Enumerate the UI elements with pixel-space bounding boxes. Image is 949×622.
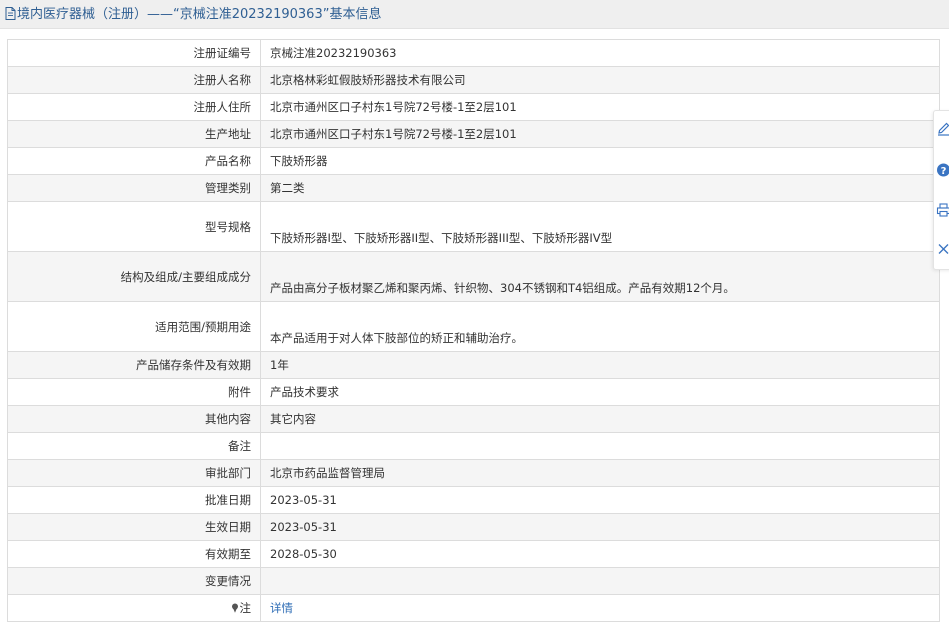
field-value: 北京市药品监督管理局 bbox=[261, 460, 940, 487]
page-header: 境内医疗器械（注册）——“京械注准20232190363”基本信息 bbox=[0, 0, 949, 29]
field-label: 注册人住所 bbox=[8, 94, 261, 121]
help-icon[interactable]: ? bbox=[936, 162, 949, 178]
field-value: 2023-05-31 bbox=[261, 514, 940, 541]
field-value: 北京市通州区口子村东1号院72号楼-1至2层101 bbox=[261, 121, 940, 148]
field-label: 注册人名称 bbox=[8, 67, 261, 94]
table-row: 注册证编号 京械注准20232190363 bbox=[8, 40, 940, 67]
field-value: 下肢矫形器 bbox=[261, 148, 940, 175]
field-value: 北京格林彩虹假肢矫形器技术有限公司 bbox=[261, 67, 940, 94]
field-label: 有效期至 bbox=[8, 541, 261, 568]
field-value: 产品技术要求 bbox=[261, 379, 940, 406]
document-icon bbox=[5, 7, 16, 20]
table-row: 有效期至 2028-05-30 bbox=[8, 541, 940, 568]
field-value: 2028-05-30 bbox=[261, 541, 940, 568]
field-value: 1年 bbox=[261, 352, 940, 379]
table-row: 型号规格 下肢矫形器I型、下肢矫形器II型、下肢矫形器III型、下肢矫形器IV型 bbox=[8, 202, 940, 252]
field-label: 生产地址 bbox=[8, 121, 261, 148]
field-label: 产品储存条件及有效期 bbox=[8, 352, 261, 379]
field-value: 北京市通州区口子村东1号院72号楼-1至2层101 bbox=[261, 94, 940, 121]
field-label: 产品名称 bbox=[8, 148, 261, 175]
field-value: 第二类 bbox=[261, 175, 940, 202]
field-label: 适用范围/预期用途 bbox=[8, 302, 261, 352]
table-row: 备注 bbox=[8, 433, 940, 460]
field-label: 型号规格 bbox=[8, 202, 261, 252]
field-label: 批准日期 bbox=[8, 487, 261, 514]
field-label: 结构及组成/主要组成成分 bbox=[8, 252, 261, 302]
table-row: 适用范围/预期用途 本产品适用于对人体下肢部位的矫正和辅助治疗。 bbox=[8, 302, 940, 352]
table-row: 注 详情 bbox=[8, 595, 940, 622]
table-row: 附件 产品技术要求 bbox=[8, 379, 940, 406]
field-value bbox=[261, 433, 940, 460]
field-label: 生效日期 bbox=[8, 514, 261, 541]
edit-icon[interactable] bbox=[936, 121, 949, 137]
side-toolbar: ? bbox=[933, 110, 949, 270]
note-label-text: 注 bbox=[240, 601, 252, 615]
note-label: 注 bbox=[8, 595, 261, 622]
field-label: 审批部门 bbox=[8, 460, 261, 487]
field-label: 其他内容 bbox=[8, 406, 261, 433]
note-value: 详情 bbox=[261, 595, 940, 622]
table-row: 审批部门 北京市药品监督管理局 bbox=[8, 460, 940, 487]
page-title: 境内医疗器械（注册）——“京械注准20232190363”基本信息 bbox=[17, 7, 381, 22]
field-label: 变更情况 bbox=[8, 568, 261, 595]
field-value bbox=[261, 568, 940, 595]
details-link[interactable]: 详情 bbox=[270, 601, 293, 615]
field-value: 本产品适用于对人体下肢部位的矫正和辅助治疗。 bbox=[261, 302, 940, 352]
table-row: 结构及组成/主要组成成分 产品由高分子板材聚乙烯和聚丙烯、针织物、304不锈钢和… bbox=[8, 252, 940, 302]
close-icon[interactable] bbox=[936, 241, 949, 257]
table-row: 批准日期 2023-05-31 bbox=[8, 487, 940, 514]
field-label: 管理类别 bbox=[8, 175, 261, 202]
info-table: 注册证编号 京械注准20232190363 注册人名称 北京格林彩虹假肢矫形器技… bbox=[7, 39, 940, 622]
table-row: 产品储存条件及有效期 1年 bbox=[8, 352, 940, 379]
field-value: 京械注准20232190363 bbox=[261, 40, 940, 67]
field-label: 备注 bbox=[8, 433, 261, 460]
pin-icon bbox=[231, 603, 239, 613]
table-row: 产品名称 下肢矫形器 bbox=[8, 148, 940, 175]
table-row: 管理类别 第二类 bbox=[8, 175, 940, 202]
field-value: 2023-05-31 bbox=[261, 487, 940, 514]
field-value: 其它内容 bbox=[261, 406, 940, 433]
table-row: 注册人名称 北京格林彩虹假肢矫形器技术有限公司 bbox=[8, 67, 940, 94]
field-label: 附件 bbox=[8, 379, 261, 406]
svg-text:?: ? bbox=[941, 166, 947, 177]
field-label: 注册证编号 bbox=[8, 40, 261, 67]
table-row: 生产地址 北京市通州区口子村东1号院72号楼-1至2层101 bbox=[8, 121, 940, 148]
field-value: 下肢矫形器I型、下肢矫形器II型、下肢矫形器III型、下肢矫形器IV型 bbox=[261, 202, 940, 252]
table-row: 其他内容 其它内容 bbox=[8, 406, 940, 433]
table-row: 变更情况 bbox=[8, 568, 940, 595]
field-value: 产品由高分子板材聚乙烯和聚丙烯、针织物、304不锈钢和T4铝组成。产品有效期12… bbox=[261, 252, 940, 302]
table-row: 注册人住所 北京市通州区口子村东1号院72号楼-1至2层101 bbox=[8, 94, 940, 121]
table-row: 生效日期 2023-05-31 bbox=[8, 514, 940, 541]
print-icon[interactable] bbox=[936, 202, 949, 218]
